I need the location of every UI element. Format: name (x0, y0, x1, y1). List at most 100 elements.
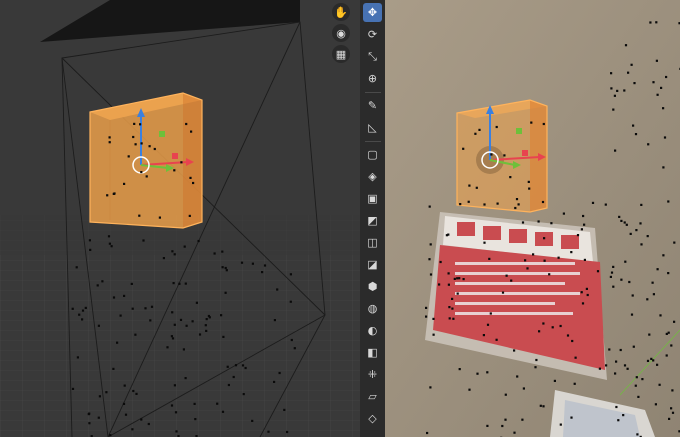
shrink-fatten-tool-icon[interactable]: ⁜ (363, 365, 382, 384)
track-point (78, 313, 81, 316)
track-point (670, 344, 673, 347)
track-point (150, 305, 154, 308)
track-point (244, 366, 247, 370)
track-point (612, 108, 615, 111)
selected-cube[interactable] (89, 92, 203, 229)
camera-view-canvas (385, 0, 680, 437)
rotate-tool-icon[interactable]: ⟳ (363, 25, 382, 44)
track-point (538, 330, 541, 333)
track-point (667, 200, 670, 203)
track-point (504, 418, 507, 421)
track-point (166, 346, 169, 349)
track-point (429, 386, 432, 389)
track-point (429, 243, 432, 246)
transform-tool-icon[interactable]: ⊕ (363, 69, 382, 88)
track-point (534, 366, 537, 369)
knife-tool-icon[interactable]: ◪ (363, 255, 382, 274)
camera-viewport[interactable] (385, 0, 680, 437)
track-point (290, 338, 293, 342)
track-point (289, 273, 292, 276)
track-point (667, 272, 670, 275)
scale-tool-icon[interactable]: ⤡ (363, 47, 382, 66)
spin-tool-icon[interactable]: ◍ (363, 299, 382, 318)
track-point (140, 418, 143, 421)
track-point (192, 181, 195, 185)
track-point (267, 430, 270, 433)
track-point (171, 250, 174, 253)
track-point (655, 21, 658, 24)
track-point (139, 123, 142, 126)
track-point (175, 430, 178, 433)
track-point (97, 324, 100, 327)
track-point (189, 176, 192, 179)
track-point (205, 329, 208, 332)
camera-icon[interactable]: ◉ (332, 24, 350, 42)
track-point (527, 180, 530, 183)
track-point (216, 402, 219, 405)
add-cube-tool-icon[interactable]: ▢ (363, 145, 382, 164)
annotate-tool-icon[interactable]: ✎ (363, 96, 382, 115)
track-point (448, 306, 451, 309)
track-point (521, 221, 525, 224)
track-point (486, 323, 490, 326)
track-point (521, 418, 524, 421)
grid-icon[interactable]: ▦ (332, 45, 350, 63)
track-point (195, 301, 198, 304)
track-point (116, 341, 119, 344)
track-point (221, 250, 224, 253)
rip-region-tool-icon[interactable]: ◇ (363, 409, 382, 428)
extrude-region-tool-icon[interactable]: ◈ (363, 167, 382, 186)
track-point (652, 293, 655, 296)
shear-tool-icon[interactable]: ▱ (363, 387, 382, 406)
track-point (656, 93, 659, 96)
track-point (543, 237, 546, 240)
track-point (459, 203, 462, 206)
track-point (170, 404, 174, 407)
track-point (625, 223, 628, 226)
poly-build-tool-icon[interactable]: ⬢ (363, 277, 382, 296)
track-point (483, 203, 486, 206)
bevel-tool-icon[interactable]: ◩ (363, 211, 382, 230)
track-point (75, 266, 78, 269)
loop-cut-tool-icon[interactable]: ◫ (363, 233, 382, 252)
track-point (585, 287, 588, 290)
track-point (456, 277, 459, 280)
track-point (496, 202, 499, 205)
track-point (626, 367, 629, 370)
track-point (71, 307, 74, 310)
tracked-cube[interactable] (456, 99, 548, 213)
move-tool-icon[interactable]: ✥ (363, 3, 382, 22)
edge-slide-tool-icon[interactable]: ◧ (363, 343, 382, 362)
track-point (640, 243, 643, 246)
track-point (655, 59, 658, 62)
track-point (451, 307, 454, 310)
track-point (273, 319, 276, 322)
track-point (570, 416, 573, 419)
track-point (515, 198, 519, 201)
track-point (428, 258, 431, 261)
track-point (123, 384, 126, 387)
measure-tool-icon[interactable]: ◺ (363, 118, 382, 137)
track-point (570, 251, 573, 254)
track-point (263, 264, 267, 267)
track-point (501, 424, 504, 428)
track-point (213, 252, 216, 255)
track-point (537, 220, 540, 223)
track-point (451, 297, 454, 300)
track-point (615, 405, 618, 409)
track-point (637, 395, 640, 398)
track-point (191, 320, 194, 323)
track-point (242, 393, 245, 396)
track-point (583, 223, 586, 226)
track-point (174, 411, 178, 414)
track-point (110, 245, 113, 248)
hand-pan-icon[interactable]: ✋ (332, 3, 350, 21)
track-point (184, 377, 187, 380)
track-point (89, 248, 92, 251)
track-point (665, 75, 668, 79)
inset-faces-tool-icon[interactable]: ▣ (363, 189, 382, 208)
track-point (673, 241, 676, 244)
track-point (630, 63, 633, 66)
left-3d-viewport[interactable]: ✋ ◉ ▦ (0, 0, 360, 437)
smooth-tool-icon[interactable]: ◐ (363, 321, 382, 340)
